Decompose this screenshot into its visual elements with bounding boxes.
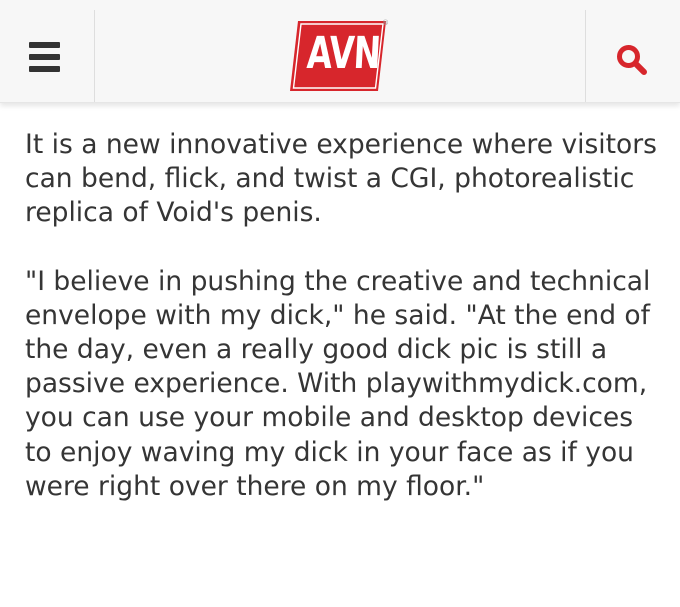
avn-logo[interactable]: AVN ® (290, 19, 390, 95)
article-line: It is a new innovative experience where … (25, 129, 657, 160)
search-icon (617, 45, 647, 75)
article-line: you can use your mobile and desktop devi… (25, 402, 634, 434)
article-line: were right over there on my floor." (25, 470, 485, 502)
article-line: to enjoy waving my dick in your face as … (25, 436, 634, 468)
hamburger-menu-icon-bar (29, 54, 60, 60)
hamburger-menu-icon-bar (29, 66, 60, 72)
article-paragraph-1: It is a new innovative experience where … (25, 128, 665, 231)
article-line: can bend, flick, and twist a CGI, photor… (25, 163, 635, 195)
header-divider-left (94, 10, 95, 102)
registered-mark: ® (382, 19, 389, 27)
article-line: "I believe in pushing the creative and t… (25, 265, 651, 297)
search-button[interactable] (586, 0, 680, 102)
article-line: the day, even a really good dick pic is … (25, 334, 608, 366)
article-line: envelope with my dick," he said. "At the… (25, 299, 650, 331)
article-line: replica of Void's penis. (25, 197, 322, 229)
hamburger-menu-icon (29, 42, 60, 48)
top-header-bar: AVN ® (0, 0, 680, 103)
logo-text: AVN (305, 28, 382, 79)
article-paragraph-2: "I believe in pushing the creative and t… (25, 265, 665, 504)
article-body: It is a new innovative experience where … (25, 128, 665, 538)
article-line: passive experience. With playwithmydick.… (25, 368, 648, 400)
menu-button[interactable] (0, 0, 94, 102)
